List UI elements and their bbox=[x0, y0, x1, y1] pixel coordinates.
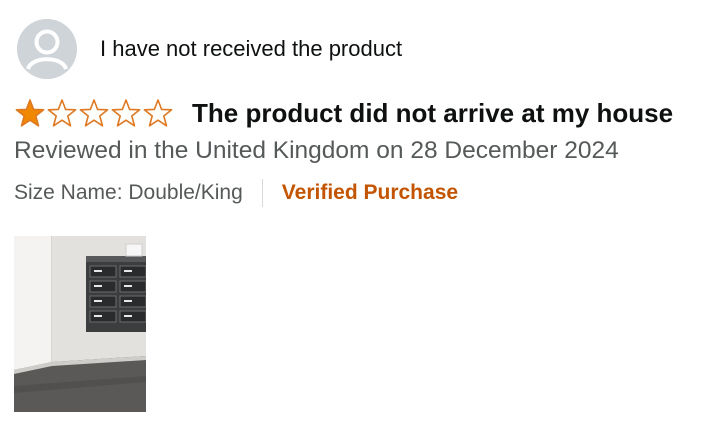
star-empty-icon bbox=[111, 99, 141, 127]
star-filled-icon bbox=[15, 99, 45, 127]
size-name-label: Size Name: Double/King bbox=[14, 181, 243, 204]
default-avatar-icon[interactable] bbox=[17, 19, 77, 79]
meta-divider bbox=[261, 179, 263, 207]
verified-purchase-badge: Verified Purchase bbox=[281, 181, 459, 204]
review-title[interactable]: The product did not arrive at my house bbox=[192, 98, 673, 129]
reviewer-name[interactable]: I have not received the product bbox=[100, 36, 402, 62]
star-empty-icon bbox=[79, 99, 109, 127]
star-empty-icon bbox=[143, 99, 173, 127]
review-date: Reviewed in the United Kingdom on 28 Dec… bbox=[14, 137, 619, 164]
review-image-thumbnail[interactable] bbox=[14, 236, 146, 412]
reviewer-profile[interactable]: I have not received the product bbox=[17, 19, 402, 79]
star-empty-icon bbox=[47, 99, 77, 127]
star-rating[interactable] bbox=[14, 98, 174, 128]
customer-review: I have not received the product The prod… bbox=[0, 0, 728, 426]
rating-title-row: The product did not arrive at my house bbox=[14, 95, 673, 131]
review-meta: Size Name: Double/King Verified Purchase bbox=[14, 178, 458, 208]
